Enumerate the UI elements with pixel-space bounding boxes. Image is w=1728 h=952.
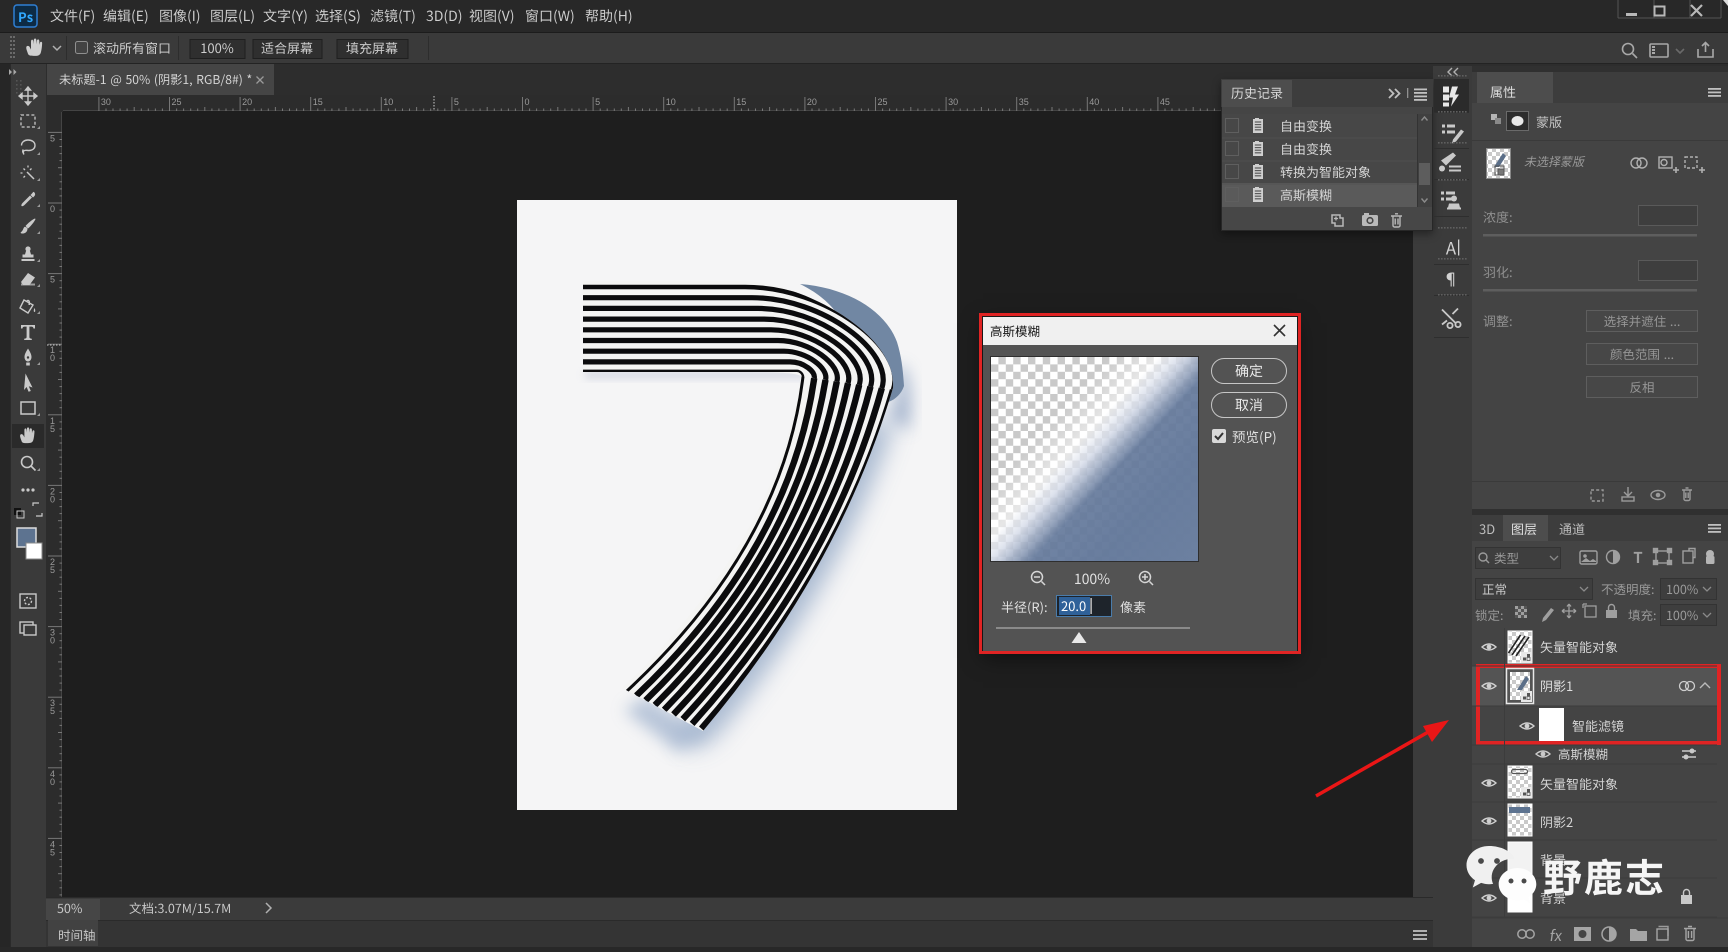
svg-text:0: 0 (50, 494, 55, 504)
svg-text:45: 45 (1160, 97, 1170, 107)
svg-text:35: 35 (1019, 97, 1029, 107)
svg-text:30: 30 (101, 97, 111, 107)
svg-text:30: 30 (948, 97, 958, 107)
svg-text:20: 20 (807, 97, 817, 107)
svg-text:15: 15 (313, 97, 323, 107)
svg-text:10: 10 (666, 97, 676, 107)
svg-text:5: 5 (50, 706, 55, 716)
svg-text:0: 0 (50, 204, 55, 214)
svg-text:5: 5 (50, 847, 55, 857)
svg-text:0: 0 (50, 353, 55, 363)
svg-text:25: 25 (878, 97, 888, 107)
svg-text:5: 5 (50, 275, 55, 285)
svg-text:5: 5 (50, 424, 55, 434)
svg-text:25: 25 (172, 97, 182, 107)
svg-text:0: 0 (50, 636, 55, 646)
svg-text:0: 0 (525, 97, 530, 107)
svg-text:10: 10 (383, 97, 393, 107)
svg-text:5: 5 (595, 97, 600, 107)
svg-text:0: 0 (50, 777, 55, 787)
svg-text:20: 20 (242, 97, 252, 107)
svg-text:5: 5 (50, 565, 55, 575)
svg-text:5: 5 (454, 97, 459, 107)
svg-text:40: 40 (1089, 97, 1099, 107)
svg-text:15: 15 (736, 97, 746, 107)
svg-text:5: 5 (50, 133, 55, 143)
